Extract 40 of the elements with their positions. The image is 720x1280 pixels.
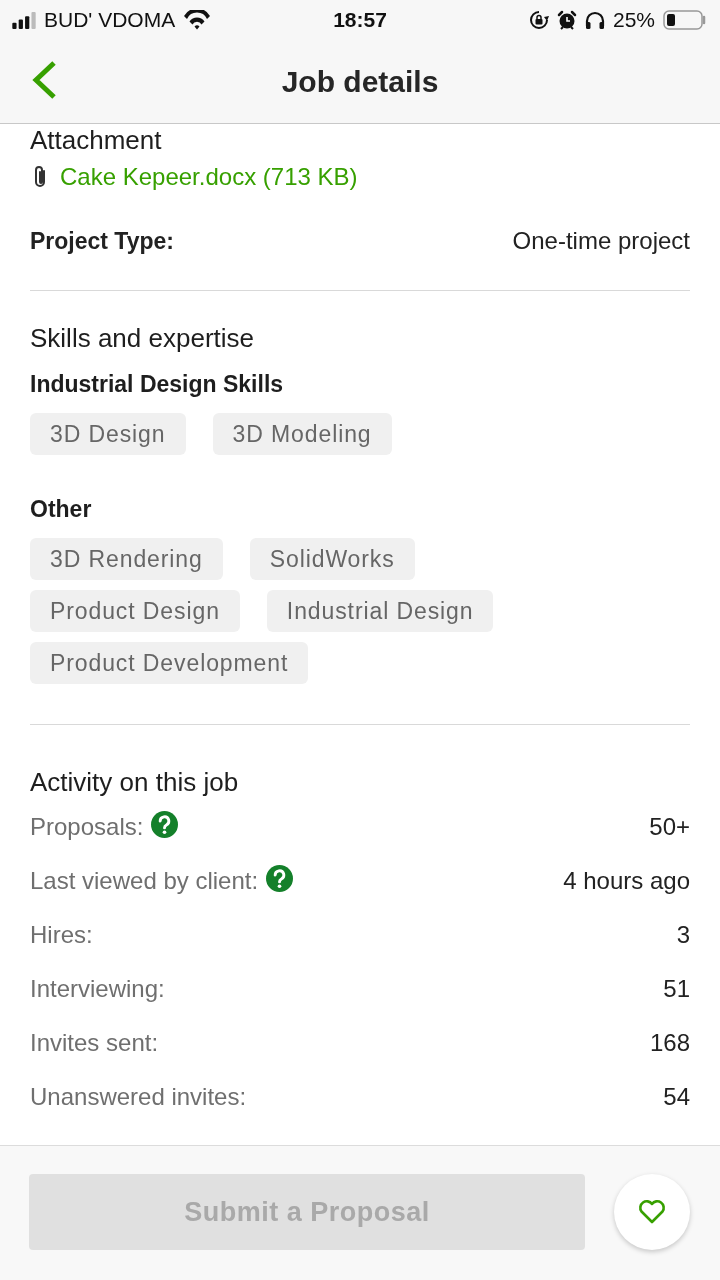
- activity-value: 3: [676, 921, 690, 949]
- signal-icon: [12, 11, 36, 29]
- activity-value: 51: [663, 975, 690, 1003]
- carrier-name: BUD' VDOMA: [44, 8, 176, 32]
- alarm-clock-icon: [556, 10, 577, 30]
- activity-value: 50+: [649, 813, 690, 841]
- skill-tag[interactable]: 3D Design: [30, 413, 186, 455]
- skill-group-title: Industrial Design Skills: [30, 370, 285, 399]
- headphones-icon: [584, 10, 605, 30]
- battery-icon: [663, 10, 706, 30]
- skill-tag[interactable]: Product Design: [30, 590, 240, 632]
- skill-tag[interactable]: 3D Modeling: [212, 413, 392, 455]
- skill-group-title: Other: [30, 495, 93, 524]
- skill-tag[interactable]: 3D Rendering: [30, 538, 223, 580]
- field-label: Project Type:: [30, 227, 174, 255]
- section-heading: Skills and expertise: [30, 322, 255, 354]
- activity-value: 4 hours ago: [563, 867, 690, 895]
- favorite-button[interactable]: [614, 1174, 690, 1250]
- activity-label: Last viewed by client:: [30, 867, 259, 895]
- skill-tag[interactable]: Product Development: [30, 642, 309, 684]
- section-heading: Activity on this job: [30, 766, 240, 798]
- battery-percent: 25%: [612, 8, 655, 32]
- activity-label: Interviewing:: [30, 975, 165, 1003]
- activity-label: Hires:: [30, 921, 93, 949]
- page-title: Job details: [281, 64, 439, 99]
- activity-value: 54: [663, 1083, 690, 1111]
- activity-label: Unanswered invites:: [30, 1083, 247, 1111]
- activity-label: Proposals:: [30, 813, 144, 841]
- skill-tag[interactable]: SolidWorks: [249, 538, 415, 580]
- skill-tag[interactable]: Industrial Design: [266, 590, 494, 632]
- rotation-lock-icon: [528, 10, 549, 30]
- wifi-icon: [183, 10, 212, 30]
- activity-value: 168: [649, 1029, 690, 1057]
- help-icon[interactable]: [151, 810, 179, 838]
- section-heading: Attachment: [30, 124, 163, 156]
- activity-label: Invites sent:: [30, 1029, 159, 1057]
- help-icon[interactable]: [266, 864, 294, 892]
- attachment-link[interactable]: Cake Kepeer.docx (713 KB): [60, 163, 358, 191]
- status-time: 18:57: [333, 8, 387, 32]
- field-value: One-time project: [512, 227, 690, 255]
